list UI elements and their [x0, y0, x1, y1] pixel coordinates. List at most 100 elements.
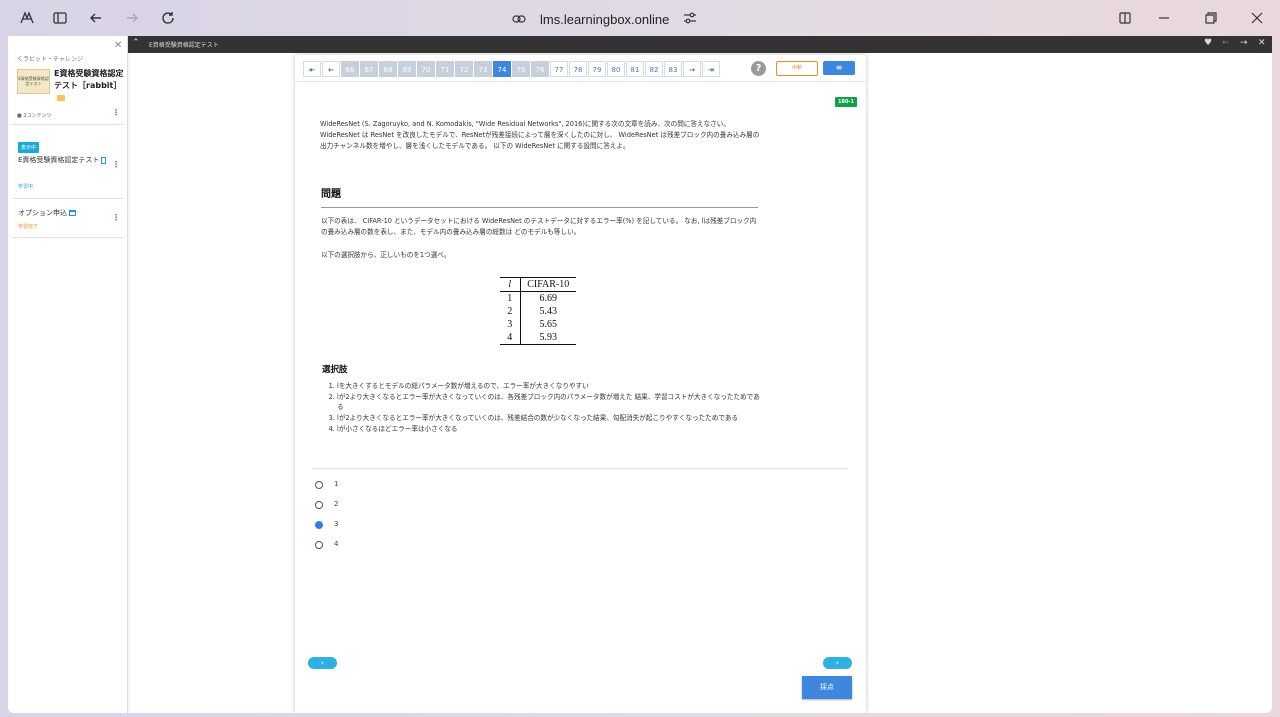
choice-item: lが2より大きくなるとエラー率が大きくなっていくのは、残差結合の数が少なくなった…: [337, 413, 761, 423]
table-cell-l: 1: [500, 291, 521, 305]
chevron-up-icon[interactable]: ⌃: [132, 38, 140, 48]
calendar-icon: [69, 210, 76, 216]
page-button[interactable]: 66: [341, 61, 359, 77]
forward-icon[interactable]: [120, 6, 144, 30]
instruction-text: 以下の選択肢から、正しいものを1つ選べ。: [321, 251, 451, 259]
prev-page-button[interactable]: ←: [322, 61, 340, 77]
page-button[interactable]: 75: [512, 61, 530, 77]
first-page-button[interactable]: ⇤: [303, 61, 321, 77]
next-page-button[interactable]: →: [683, 61, 701, 77]
answer-option[interactable]: 3: [315, 519, 375, 531]
reload-icon[interactable]: [156, 6, 180, 30]
page-button[interactable]: 83: [664, 61, 682, 77]
page-button[interactable]: 74: [493, 61, 511, 77]
divider: [12, 237, 124, 238]
last-page-button[interactable]: ⇥: [702, 61, 720, 77]
page-button[interactable]: 72: [455, 61, 473, 77]
item-menu-icon[interactable]: ⋮: [112, 213, 120, 222]
table-row: 2 5.43: [500, 305, 576, 318]
content-item-option[interactable]: オプション申込: [18, 208, 108, 219]
question-area: ⇤ ← 66 67 68 69 70 71 72 73 74 75 76 77 78 79 80 81 82 83…: [295, 55, 866, 713]
content-top-bar: ⌃ E資格受験資格認定テスト ♥ ← → ✕: [128, 36, 1272, 53]
page-button[interactable]: 69: [398, 61, 416, 77]
url-text: lms.learningbox.online: [540, 11, 670, 27]
table-cell-l: 4: [500, 331, 521, 345]
table-header-l: l: [500, 277, 521, 292]
table-row: 1 6.69: [500, 291, 576, 305]
menu-button[interactable]: ≡: [823, 61, 855, 75]
divider: [12, 124, 124, 125]
problem-heading: 問題: [321, 189, 341, 200]
grade-button[interactable]: 採点: [802, 676, 852, 699]
radio-button[interactable]: [315, 501, 323, 509]
link-icon: [512, 12, 526, 27]
page-button[interactable]: 71: [436, 61, 454, 77]
page-button[interactable]: 67: [360, 61, 378, 77]
previous-question-button[interactable]: ‹: [308, 657, 337, 669]
item-menu-icon[interactable]: ⋮: [112, 160, 120, 169]
close-panel-icon[interactable]: ✕: [114, 40, 122, 51]
site-settings-icon[interactable]: [683, 12, 697, 27]
problem-text: 以下の表は、 CIFAR-10 というデータセットにおける WideResNet…: [321, 217, 757, 236]
status-in-progress: 学習中: [18, 184, 34, 190]
error-rate-table: l CIFAR-10 1 6.69 2 5.43 3 5.65 4 5.93: [500, 277, 576, 345]
table-cell-error: 5.65: [539, 319, 558, 330]
page-button[interactable]: 79: [588, 61, 606, 77]
page-button[interactable]: 70: [417, 61, 435, 77]
divider: [12, 198, 124, 199]
prev-content-icon[interactable]: ←: [1222, 38, 1230, 48]
back-icon[interactable]: [84, 6, 108, 30]
page-button[interactable]: 73: [474, 61, 492, 77]
address-bar[interactable]: lms.learningbox.online: [512, 8, 697, 30]
browser-chrome: lms.learningbox.online: [0, 0, 1280, 36]
next-question-button[interactable]: ›: [823, 657, 852, 669]
page-button[interactable]: 80: [607, 61, 625, 77]
radio-button[interactable]: [315, 481, 323, 489]
workspaces-icon[interactable]: [15, 6, 39, 30]
page-button[interactable]: 78: [569, 61, 587, 77]
table-cell-error: 6.69: [539, 293, 558, 304]
question-id-badge: 180-1: [835, 97, 857, 107]
document-icon: [101, 156, 107, 164]
table-row: 4 5.93: [500, 331, 576, 345]
table-cell-l: 3: [500, 318, 521, 331]
page-button[interactable]: 68: [379, 61, 397, 77]
course-menu-icon[interactable]: ⋮: [112, 108, 120, 117]
choice-item: lを大きくするとモデルの総パラメータ数が増えるので、エラー率が大きくなりやすい: [337, 381, 761, 391]
answer-option[interactable]: 4: [315, 539, 375, 551]
page-button[interactable]: 77: [550, 61, 568, 77]
help-icon[interactable]: ?: [751, 61, 766, 76]
page-button[interactable]: 82: [645, 61, 663, 77]
answer-option-label: 2: [334, 500, 339, 508]
content-item-option-title: オプション申込: [18, 209, 67, 217]
content-title: E資格受験資格認定テスト: [149, 42, 219, 49]
close-window-icon[interactable]: [1245, 6, 1269, 30]
choices-list: lを大きくするとモデルの総パラメータ数が増えるので、エラー率が大きくなりやすい l…: [329, 381, 761, 435]
page-button[interactable]: 76: [531, 61, 549, 77]
radio-button[interactable]: [315, 541, 323, 549]
answer-option-label: 4: [334, 540, 339, 548]
next-content-icon[interactable]: →: [1240, 38, 1248, 48]
restore-icon[interactable]: [1199, 6, 1223, 30]
favorite-heart-icon[interactable]: ♥: [1204, 38, 1212, 48]
sidebar-toggle-icon[interactable]: [48, 6, 72, 30]
breadcrumb[interactable]: くラビット・チャレンジ: [17, 54, 83, 63]
table-cell-error: 5.43: [539, 306, 558, 317]
course-title-text: E資格受験資格認定テスト［rabbit］: [54, 69, 124, 90]
answer-option[interactable]: 1: [315, 479, 375, 491]
radio-button[interactable]: [315, 521, 323, 529]
split-view-icon[interactable]: [1113, 6, 1137, 30]
content-item-test-title: E資格受験資格認定テスト: [18, 156, 100, 164]
content-count-text: 2コンテンツ: [23, 113, 52, 119]
answer-option[interactable]: 2: [315, 499, 375, 511]
choices-heading: 選択肢: [322, 365, 348, 375]
course-title[interactable]: E資格受験資格認定テスト［rabbit］: [54, 68, 124, 104]
minimize-icon[interactable]: [1152, 6, 1176, 30]
table-header-cifar: CIFAR-10: [520, 277, 576, 292]
page-button[interactable]: 81: [626, 61, 644, 77]
pause-button[interactable]: 中断: [776, 61, 818, 76]
content-count: ■ 2コンテンツ: [17, 112, 52, 119]
content-item-test[interactable]: E資格受験資格認定テスト: [18, 155, 108, 166]
close-content-icon[interactable]: ✕: [1258, 38, 1266, 48]
answer-option-label: 1: [334, 480, 339, 488]
